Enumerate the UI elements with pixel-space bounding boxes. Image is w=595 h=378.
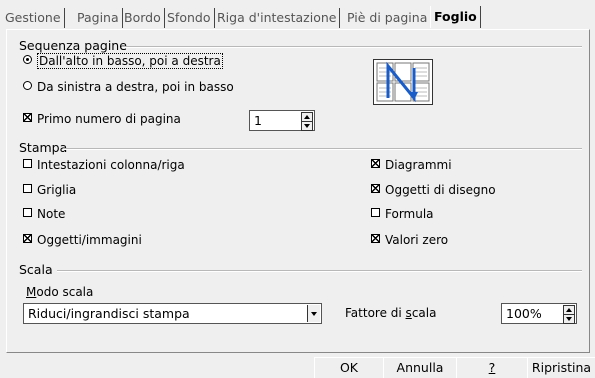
- checkbox-icon: [371, 184, 380, 193]
- checkbox-icon: [23, 113, 32, 122]
- scale-mode-label: Modo scala: [26, 285, 93, 299]
- scale-title: Scala: [19, 262, 53, 277]
- cancel-button[interactable]: Annulla: [383, 357, 457, 378]
- checkbox-label: Note: [37, 207, 66, 221]
- tab-riga-intestazione[interactable]: Riga d'intestazione: [214, 8, 341, 28]
- tab-pie-di-pagina[interactable]: Piè di pagina: [344, 8, 432, 28]
- checkbox-icon: [371, 234, 380, 243]
- checkbox-icon: [371, 208, 380, 217]
- checkbox-objects-images[interactable]: Oggetti/immagini: [23, 233, 142, 247]
- checkbox-zero-values[interactable]: Valori zero: [371, 233, 448, 247]
- spin-buttons[interactable]: [563, 305, 575, 324]
- radio-left-to-right[interactable]: Da sinistra a destra, poi in basso: [23, 80, 234, 94]
- stepper-value: 1: [254, 113, 262, 128]
- tab-pagina[interactable]: Pagina: [74, 8, 123, 28]
- group-divider: [57, 270, 582, 272]
- checkbox-label: Primo numero di pagina: [37, 112, 181, 126]
- radio-icon: [23, 55, 32, 64]
- checkbox-label: Intestazioni colonna/riga: [37, 158, 185, 172]
- checkbox-icon: [23, 234, 32, 243]
- mnemonic-char: M: [26, 285, 37, 299]
- radio-top-to-bottom[interactable]: Dall'alto in basso, poi a destra: [23, 53, 223, 69]
- label-text: odo scala: [36, 285, 94, 299]
- radio-label: Da sinistra a destra, poi in basso: [37, 80, 234, 94]
- print-title: Stampa: [19, 140, 68, 155]
- checkbox-label: Oggetti di disegno: [385, 183, 496, 197]
- first-page-number-stepper[interactable]: 1: [249, 110, 315, 131]
- reset-button[interactable]: Ripristina: [527, 357, 595, 378]
- checkbox-label: Valori zero: [385, 233, 449, 247]
- ok-button[interactable]: OK: [314, 357, 384, 378]
- checkbox-grid[interactable]: Griglia: [23, 183, 76, 197]
- help-button[interactable]: ?: [456, 357, 528, 378]
- tab-gestione[interactable]: Gestione: [2, 8, 65, 28]
- checkbox-drawing-objects[interactable]: Oggetti di disegno: [371, 183, 496, 197]
- checkbox-label: Diagrammi: [385, 158, 452, 172]
- group-divider: [122, 46, 582, 48]
- checkbox-label: Oggetti/immagini: [37, 233, 142, 247]
- radio-label: Dall'alto in basso, poi a destra: [37, 53, 223, 69]
- checkbox-icon: [23, 208, 32, 217]
- scale-factor-label: Fattore di scala: [345, 306, 436, 320]
- tab-bordo[interactable]: Bordo: [121, 8, 165, 28]
- checkbox-formula[interactable]: Formula: [371, 207, 434, 221]
- group-divider: [63, 148, 582, 150]
- checkbox-icon: [23, 159, 32, 168]
- radio-icon: [23, 81, 32, 90]
- checkbox-label: Formula: [385, 207, 434, 221]
- dialog-button-bar: OK Annulla ? Ripristina: [0, 357, 595, 378]
- checkbox-icon: [23, 184, 32, 193]
- spin-buttons[interactable]: [301, 112, 313, 131]
- checkbox-column-row-headers[interactable]: Intestazioni colonna/riga: [23, 158, 185, 172]
- page-order-title: Sequenza pagine: [19, 38, 127, 53]
- chevron-down-icon[interactable]: [307, 305, 320, 322]
- checkbox-icon: [371, 159, 380, 168]
- tab-foglio[interactable]: Foglio: [430, 6, 481, 28]
- checkbox-notes[interactable]: Note: [23, 207, 65, 221]
- scale-factor-stepper[interactable]: 100%: [501, 303, 577, 324]
- checkbox-label: Griglia: [37, 183, 77, 197]
- first-page-number-checkbox[interactable]: Primo numero di pagina: [23, 112, 181, 126]
- scale-mode-dropdown[interactable]: Riduci/ingrandisci stampa: [23, 303, 322, 324]
- tab-sfondo[interactable]: Sfondo: [164, 8, 215, 28]
- label-text: Fattore di: [345, 306, 406, 320]
- stepper-value: 100%: [506, 306, 542, 321]
- checkbox-charts[interactable]: Diagrammi: [371, 158, 452, 172]
- label-text: cala: [411, 306, 437, 320]
- tab-panel-foglio: Sequenza pagine Dall'alto in basso, poi …: [6, 29, 590, 353]
- page-order-preview-icon: [373, 59, 433, 105]
- tab-bar: Gestione Pagina Bordo Sfondo Riga d'inte…: [0, 0, 595, 30]
- dropdown-value: Riduci/ingrandisci stampa: [28, 306, 190, 321]
